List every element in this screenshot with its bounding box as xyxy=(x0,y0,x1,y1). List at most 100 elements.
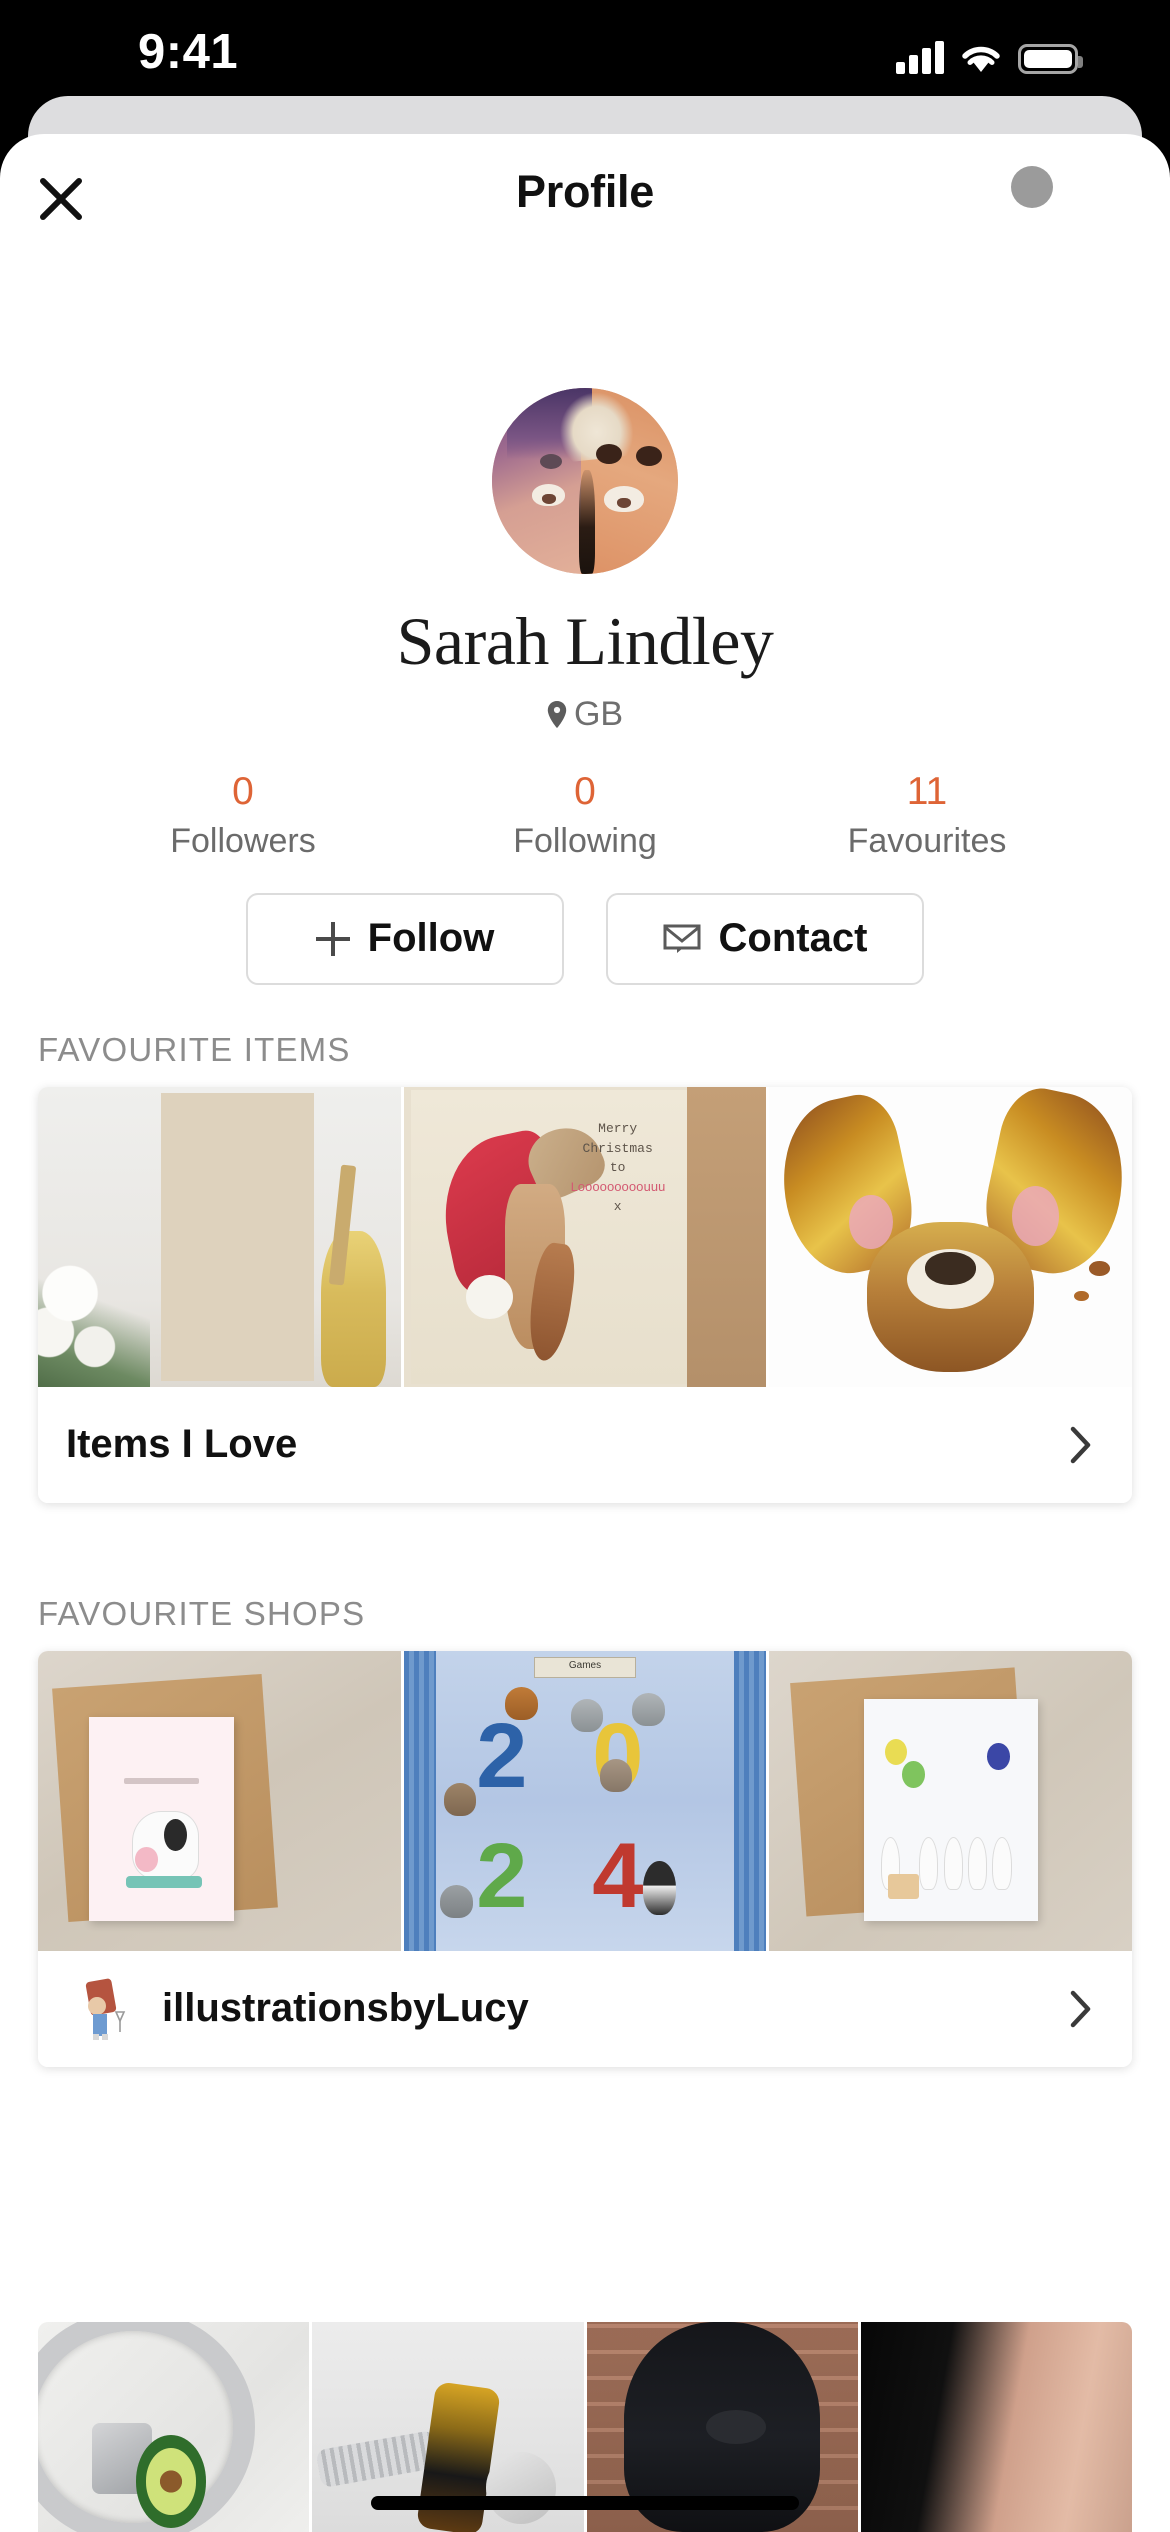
art-stripe-left xyxy=(403,1650,437,1951)
art-clasp xyxy=(485,2452,557,2524)
art-critter-mouse-1 xyxy=(570,1698,604,1732)
art-avocado-charm xyxy=(135,2435,207,2528)
art-digit-2a: 2 xyxy=(476,1704,528,1807)
stat-favourites[interactable]: 11 Favourites xyxy=(756,770,1098,861)
art-critter-hedgehog xyxy=(443,1782,477,1816)
art-stripe-right xyxy=(733,1650,767,1951)
stat-following-label: Following xyxy=(513,821,657,860)
art-seagull-3 xyxy=(943,1836,963,1890)
status-bar: 9:41 xyxy=(0,0,1170,96)
thumbnail-lioness-print[interactable] xyxy=(38,1086,401,1387)
stat-following-value: 0 xyxy=(574,770,596,813)
art-seagull-4 xyxy=(968,1836,988,1890)
art-balloon-yellow xyxy=(884,1738,908,1766)
stat-favourites-value: 11 xyxy=(906,770,948,813)
favourite-shops-thumbnails: Games 2 0 2 4 xyxy=(38,1650,1132,1951)
art-dog-nose xyxy=(925,1251,977,1285)
chevron-right-icon xyxy=(1070,1426,1091,1464)
art-seagull-2 xyxy=(919,1836,939,1890)
follow-button[interactable]: Follow xyxy=(246,892,564,985)
art-roses xyxy=(38,1242,151,1387)
art-card-text-line xyxy=(123,1778,199,1785)
art-puppy-snout xyxy=(705,2410,766,2444)
art-seagull-5 xyxy=(992,1836,1012,1890)
section-divider xyxy=(0,1503,1170,1549)
art-picture-frame xyxy=(161,1092,314,1381)
favourite-items-thumbnails: Merry Christmas to Looooooooouuu x xyxy=(38,1086,1132,1387)
art-critter-badger xyxy=(643,1860,676,1915)
art-paint-splatter-2 xyxy=(1074,1290,1089,1302)
art-greeting-card-2 xyxy=(863,1698,1038,1921)
art-inner-ear-right xyxy=(1012,1185,1060,1246)
favourite-shops-card[interactable]: Games 2 0 2 4 illustrationsbyLucy xyxy=(38,1650,1132,2067)
profile-name: Sarah Lindley xyxy=(396,603,774,679)
art-greeting-card xyxy=(88,1716,234,1921)
thumbnail-seagulls-balloons-card[interactable] xyxy=(769,1650,1132,1951)
thumbnail-watercolour-dog-print[interactable] xyxy=(769,1086,1132,1387)
art-balloon-blue xyxy=(987,1743,1010,1770)
stat-followers-value: 0 xyxy=(232,770,254,813)
avatar-art-eye-left xyxy=(540,454,562,469)
avatar-art-center xyxy=(579,469,596,574)
thumbnail-charm-bracelet[interactable] xyxy=(38,2322,310,2532)
profile-stats: 0 Followers 0 Following 11 Favourites xyxy=(0,770,1170,861)
status-bar-time: 9:41 xyxy=(138,25,239,79)
avatar-art-nose-right xyxy=(604,486,644,512)
location-pin-icon xyxy=(547,701,567,728)
art-critter-mouse-bike xyxy=(439,1884,473,1918)
stat-favourites-label: Favourites xyxy=(847,821,1007,860)
profile-location-label: GB xyxy=(573,695,624,733)
favourite-items-card[interactable]: Merry Christmas to Looooooooouuu x Items I … xyxy=(38,1086,1132,1503)
sheet-header: Profile xyxy=(0,134,1170,264)
art-hat-pompom xyxy=(466,1275,513,1320)
thumbnail-wrist-closeup[interactable] xyxy=(860,2322,1132,2532)
avatar-art-eye-right xyxy=(636,446,662,466)
shop-avatar xyxy=(66,1972,140,2046)
chevron-right-icon xyxy=(1070,1990,1091,2028)
contact-button-label: Contact xyxy=(718,916,868,961)
stat-followers[interactable]: 0 Followers xyxy=(72,770,414,861)
favourite-items-footer[interactable]: Items I Love xyxy=(38,1386,1132,1503)
art-inner-ear-left xyxy=(849,1194,893,1249)
art-vase xyxy=(320,1230,387,1387)
stat-followers-label: Followers xyxy=(170,821,316,860)
art-kraft-envelope xyxy=(686,1086,767,1387)
avatar-art-eye-mid xyxy=(596,444,622,464)
plus-icon xyxy=(315,921,350,956)
profile-location: GB xyxy=(0,695,1170,734)
thumbnail-christmas-hound-card[interactable]: Merry Christmas to Looooooooouuu x xyxy=(403,1086,767,1387)
contact-button[interactable]: Contact xyxy=(606,892,924,985)
profile-sheet: Profile Sarah Lindley GB 0 Followers 0 F… xyxy=(0,134,1170,2532)
favourite-items-title: Items I Love xyxy=(66,1422,298,1467)
cellular-signal-icon xyxy=(896,40,944,74)
art-silver-chain xyxy=(315,2429,440,2488)
favourite-shops-title: illustrationsbyLucy xyxy=(162,1986,529,2031)
section-heading-favourite-items: FAVOURITE ITEMS xyxy=(38,1030,351,1068)
favourite-shops-footer[interactable]: illustrationsbyLucy xyxy=(38,1950,1132,2067)
follow-button-label: Follow xyxy=(367,916,495,961)
art-card-panel: Merry Christmas to Looooooooouuu x xyxy=(410,1089,687,1384)
avatar-placeholder-dot[interactable] xyxy=(1011,166,1053,208)
stat-following[interactable]: 0 Following xyxy=(414,770,756,861)
status-bar-indicators xyxy=(896,30,1083,74)
art-critter-rabbit xyxy=(599,1758,633,1792)
wifi-icon xyxy=(960,42,1002,74)
battery-icon xyxy=(1018,44,1083,74)
art-critter-mouse-2 xyxy=(632,1692,665,1726)
thumbnail-2024-calendar-print[interactable]: Games 2 0 2 4 xyxy=(403,1650,767,1951)
profile-actions: Follow Contact xyxy=(0,892,1170,985)
art-digit-2b: 2 xyxy=(476,1824,528,1927)
profile-avatar[interactable] xyxy=(492,388,678,574)
art-paint-splatter xyxy=(1088,1260,1111,1276)
art-critter-squirrel xyxy=(505,1686,538,1720)
art-card-text: Merry Christmas to Looooooooouuu x xyxy=(570,1121,666,1215)
avatar-art-nose-left xyxy=(532,484,565,506)
thumbnail-cow-yoga-card[interactable] xyxy=(38,1650,401,1951)
home-indicator xyxy=(371,2496,799,2510)
avatar-container xyxy=(0,388,1170,574)
art-balloon-green xyxy=(901,1761,925,1788)
envelope-icon xyxy=(663,924,701,953)
art-birthday-cake xyxy=(887,1874,920,1899)
section-heading-favourite-shops: FAVOURITE SHOPS xyxy=(38,1594,366,1632)
art-yoga-mat xyxy=(126,1875,202,1889)
